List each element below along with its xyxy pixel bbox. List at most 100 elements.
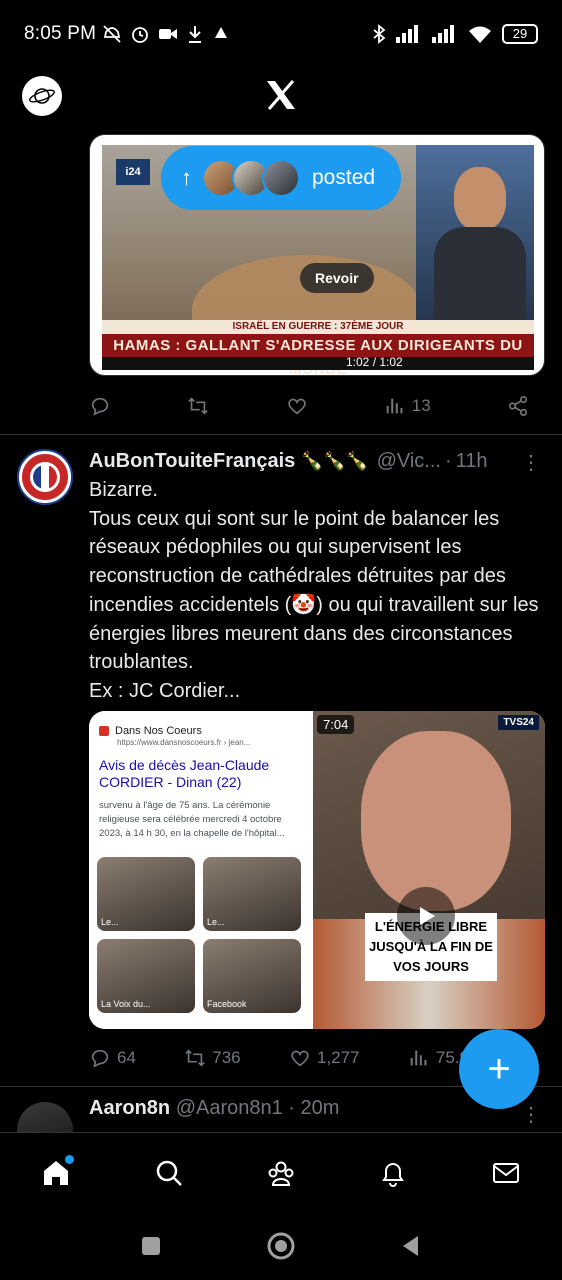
share-icon (508, 396, 528, 416)
reply-icon (91, 397, 109, 416)
news-ticker-main: HAMAS : GALLANT S'ADRESSE AUX DIRIGEANTS… (102, 334, 534, 375)
planet-icon (29, 88, 55, 104)
author-name[interactable]: AuBonTouiteFrançais (89, 450, 295, 473)
recents-button[interactable] (131, 1226, 171, 1266)
system-navigation (0, 1212, 562, 1280)
video-duration: 7:04 (317, 715, 355, 734)
site-url: https://www.dansnoscoeurs.fr › jean... (117, 738, 251, 747)
plus-icon: + (487, 1047, 511, 1091)
tweet2-text: Bizarre. Tous ceux qui sont sur le point… (89, 476, 549, 706)
more-options-icon[interactable]: ⋮ (521, 1102, 541, 1127)
video-channel: TVS24 (498, 715, 539, 730)
thumb-3: La Voix du... (97, 939, 195, 1013)
top-bar (0, 68, 562, 124)
app-notification-icon (215, 27, 228, 38)
site-favicon-icon (99, 726, 109, 737)
video-icon (159, 29, 178, 39)
alarm-icon (132, 27, 149, 43)
reply-button[interactable]: 64 (89, 1047, 136, 1069)
author-avatar[interactable] (17, 449, 73, 505)
result-snippet: survenu à l'âge de 75 ans. La cérémonie … (99, 800, 285, 839)
thumb-1: Le... (97, 857, 195, 931)
nav-home[interactable] (26, 1143, 86, 1203)
author-handle[interactable]: @Aaron8n1 (176, 1097, 283, 1119)
views-count: 13 (411, 396, 431, 415)
author-name[interactable]: Aaron8n (89, 1097, 170, 1119)
unread-dot (65, 1154, 75, 1164)
tweet2-header: AuBonTouiteFrançais 🍾🍾🍾 @Vic... · 11h (89, 449, 488, 473)
communities-icon (268, 1161, 294, 1186)
nav-search[interactable] (139, 1143, 199, 1203)
repost-button[interactable]: 736 (184, 1047, 241, 1069)
site-name: Dans Nos Coeurs (115, 725, 202, 737)
bottom-navigation (0, 1132, 562, 1212)
nav-messages[interactable] (476, 1143, 536, 1203)
tweet3-header: Aaron8n @Aaron8n1 · 20m (89, 1097, 340, 1119)
arrow-up-icon: ↑ (181, 165, 192, 190)
home-circle-icon (267, 1232, 295, 1260)
status-time: 8:05 PM (24, 23, 97, 44)
video-timecode: 1:02 / 1:02 (346, 355, 403, 369)
nav-notifications[interactable] (363, 1143, 423, 1203)
signal-icon-2 (432, 25, 454, 43)
tweet-time[interactable]: 20m (301, 1097, 340, 1119)
tweet2-media[interactable]: Dans Nos Coeurs https://www.dansnoscoeur… (89, 711, 545, 1029)
author-handle[interactable]: @Vic... (377, 450, 441, 473)
tweet-body: Bizarre. Tous ceux qui sont sur le point… (89, 479, 539, 702)
reply-icon (91, 1049, 109, 1068)
more-options-icon[interactable]: ⋮ (521, 450, 541, 475)
recents-icon (142, 1237, 160, 1255)
signal-icon (396, 25, 418, 43)
new-posts-label: posted (312, 166, 376, 189)
tweet1-actions: 13 (89, 391, 529, 421)
repost-icon (188, 397, 209, 415)
video-thumbnail[interactable] (313, 711, 545, 1029)
home-system-button[interactable] (261, 1226, 301, 1266)
download-icon (189, 26, 202, 43)
like-button[interactable]: 1,277 (289, 1047, 360, 1069)
messages-icon (492, 1162, 519, 1183)
search-result-screenshot[interactable]: Dans Nos Coeurs https://www.dansnoscoeur… (89, 711, 311, 1029)
status-bar: 8:05 PM 29 (0, 0, 562, 68)
search-icon (156, 1160, 182, 1186)
tweet-divider (0, 434, 562, 435)
repost-count: 736 (212, 1048, 241, 1067)
bluetooth-icon (373, 24, 386, 44)
reply-count: 64 (117, 1048, 136, 1067)
heart-icon (287, 398, 306, 415)
replay-button[interactable]: Revoir (300, 263, 374, 293)
thumb-4: Facebook (203, 939, 301, 1013)
back-icon (403, 1236, 418, 1256)
compose-post-button[interactable]: + (459, 1029, 539, 1109)
profile-avatar-button[interactable] (22, 76, 62, 116)
reply-button[interactable] (89, 395, 111, 417)
play-button[interactable] (397, 887, 455, 945)
like-button[interactable] (286, 395, 308, 417)
battery-indicator: 29 (502, 24, 538, 44)
channel-logo: i24 (116, 159, 150, 185)
views-button[interactable]: 13 (384, 395, 431, 417)
new-posts-pill[interactable]: ↑ posted (161, 146, 401, 210)
tweet-time[interactable]: 11h (456, 450, 488, 473)
nav-communities[interactable] (251, 1143, 311, 1203)
views-icon (410, 1050, 427, 1066)
play-icon (420, 907, 435, 925)
repost-button[interactable] (187, 395, 209, 417)
video-controls[interactable]: 1:02 / 1:02 (102, 355, 534, 370)
x-logo-icon[interactable] (264, 78, 298, 112)
news-ticker-top: ISRAËL EN GUERRE : 37ÈME JOUR (102, 320, 534, 334)
author-emoji: 🍾🍾🍾 (301, 450, 369, 471)
notifications-icon (382, 1162, 405, 1187)
back-button[interactable] (391, 1226, 431, 1266)
result-title: Avis de décès Jean-Claude CORDIER - Dina… (99, 757, 270, 790)
share-button[interactable] (507, 395, 529, 417)
like-count: 1,277 (316, 1048, 360, 1067)
views-icon (386, 398, 403, 414)
wifi-icon (469, 26, 491, 43)
mute-icon (103, 25, 121, 43)
repost-icon (185, 1049, 206, 1067)
tweet2-actions: 64 736 1,277 75.9 (89, 1043, 469, 1073)
thumb-2: Le... (203, 857, 301, 931)
heart-icon (291, 1050, 309, 1067)
poster-avatars (202, 159, 300, 197)
